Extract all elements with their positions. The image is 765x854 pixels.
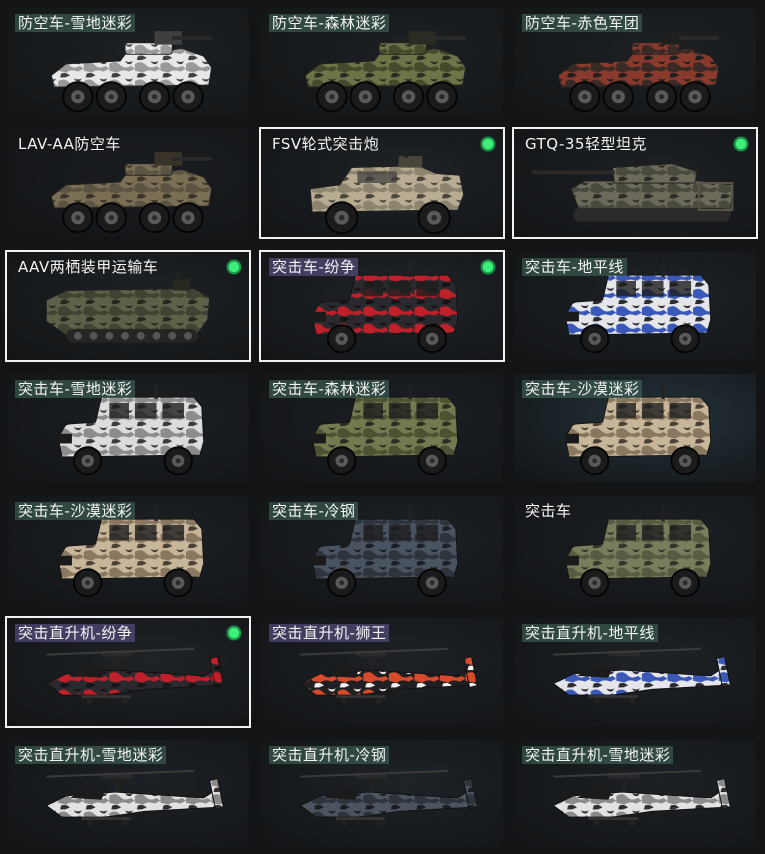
vehicle-skin-card[interactable]: 突击车-纷争 [259,250,505,362]
vehicle-skin-card[interactable]: LAV-AA防空车 [5,127,251,239]
equipped-indicator-icon [733,136,749,152]
vehicle-skin-card[interactable]: 突击直升机-冷钢 [259,738,505,850]
skin-name-label: 突击车-纷争 [269,258,359,276]
skin-name-label: LAV-AA防空车 [18,135,121,153]
vehicle-skin-card[interactable]: GTQ-35轻型坦克 [512,127,758,239]
vehicle-skin-card[interactable]: 防空车-雪地迷彩 [5,6,251,118]
vehicle-skin-card[interactable]: 突击车-冷钢 [259,494,505,606]
skin-name-label: 突击车-森林迷彩 [269,380,390,398]
vehicle-skin-card[interactable]: 突击直升机-雪地迷彩 [512,738,758,850]
equipped-indicator-icon [480,259,496,275]
vehicle-skin-card[interactable]: 突击车-地平线 [512,250,758,362]
skin-name-label: 突击车-沙漠迷彩 [15,502,136,520]
skin-name-label: 突击直升机-冷钢 [269,746,390,764]
skin-name-label: 突击车-雪地迷彩 [15,380,136,398]
skin-name-label: FSV轮式突击炮 [272,135,380,153]
skin-name-label: 防空车-赤色军团 [522,14,643,32]
skin-name-label: 突击车-地平线 [522,258,627,276]
skin-name-label: 突击直升机-雪地迷彩 [15,746,167,764]
equipped-indicator-icon [226,625,242,641]
vehicle-skin-card[interactable]: AAV两栖装甲运输车 [5,250,251,362]
skin-name-label: AAV两栖装甲运输车 [18,258,159,276]
vehicle-skin-card[interactable]: 突击车-沙漠迷彩 [512,372,758,484]
skin-name-label: 突击车-冷钢 [269,502,359,520]
vehicle-skin-grid: 防空车-雪地迷彩 防空车-森林迷彩 防空车-赤色军团 LAV-AA防空车 FSV… [0,0,765,854]
skin-name-label: 突击车 [525,502,572,520]
vehicle-skin-card[interactable]: 突击直升机-雪地迷彩 [5,738,251,850]
vehicle-skin-card[interactable]: 突击直升机-狮王 [259,616,505,728]
skin-name-label: 防空车-雪地迷彩 [15,14,136,32]
skin-name-label: 防空车-森林迷彩 [269,14,390,32]
skin-name-label: 突击直升机-狮王 [269,624,390,642]
vehicle-skin-card[interactable]: 突击车-沙漠迷彩 [5,494,251,606]
vehicle-skin-card[interactable]: 突击车-雪地迷彩 [5,372,251,484]
skin-name-label: 突击直升机-纷争 [15,624,136,642]
equipped-indicator-icon [226,259,242,275]
skin-name-label: 突击直升机-地平线 [522,624,658,642]
vehicle-skin-card[interactable]: FSV轮式突击炮 [259,127,505,239]
vehicle-skin-card[interactable]: 突击直升机-地平线 [512,616,758,728]
skin-name-label: 突击车-沙漠迷彩 [522,380,643,398]
vehicle-skin-card[interactable]: 突击车-森林迷彩 [259,372,505,484]
skin-name-label: GTQ-35轻型坦克 [525,135,647,153]
vehicle-skin-card[interactable]: 防空车-赤色军团 [512,6,758,118]
vehicle-skin-card[interactable]: 突击直升机-纷争 [5,616,251,728]
skin-name-label: 突击直升机-雪地迷彩 [522,746,674,764]
equipped-indicator-icon [480,136,496,152]
vehicle-skin-card[interactable]: 突击车 [512,494,758,606]
vehicle-skin-card[interactable]: 防空车-森林迷彩 [259,6,505,118]
